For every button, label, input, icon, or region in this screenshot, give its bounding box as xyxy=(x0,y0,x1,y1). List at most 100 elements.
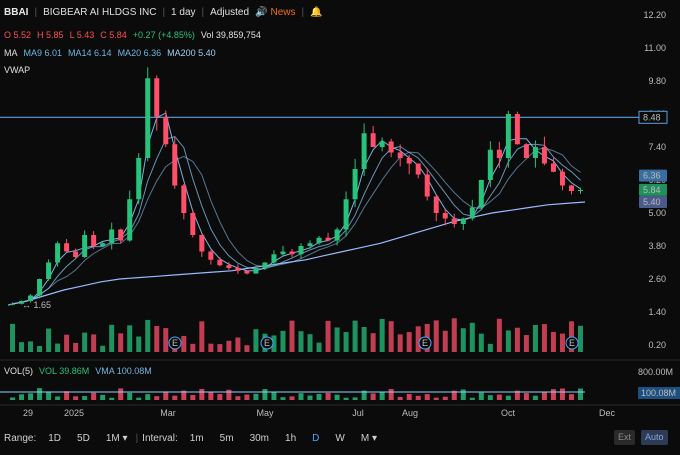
symbol[interactable]: BBAI xyxy=(4,7,28,18)
candle-body xyxy=(64,243,70,252)
vol-value: VOL 39.86M xyxy=(39,366,90,376)
volume-bar xyxy=(244,345,250,352)
divider: | xyxy=(162,6,166,18)
timeframe[interactable]: 1 day xyxy=(171,7,195,18)
vol-panel-bar xyxy=(433,397,439,400)
ma9-value: MA9 6.01 xyxy=(23,48,63,58)
volume-bar xyxy=(307,334,313,352)
vol-panel-bar xyxy=(487,395,493,400)
vol-panel-bar xyxy=(154,396,160,400)
vol-panel-bar xyxy=(199,388,205,400)
bell-icon[interactable]: 🔔 xyxy=(310,7,322,18)
vol-panel-bar xyxy=(379,392,385,400)
vol-panel-bar xyxy=(532,395,538,400)
interval-30m[interactable]: 30m xyxy=(242,433,277,444)
candle-body xyxy=(397,152,403,158)
volume-bar xyxy=(559,333,565,352)
vol-panel-bar xyxy=(523,393,529,400)
candle-body xyxy=(568,185,574,191)
interval-1h[interactable]: 1h xyxy=(277,433,304,444)
candle-body xyxy=(316,237,322,244)
candle-body xyxy=(226,265,232,268)
vol-panel-bar xyxy=(235,396,241,400)
interval-m-label: M xyxy=(360,432,370,444)
volume-bar xyxy=(478,333,484,352)
interval-d[interactable]: D xyxy=(304,433,327,444)
vol-panel-bar xyxy=(559,388,565,400)
range-1m-dropdown[interactable]: 1M ▾ xyxy=(98,433,136,444)
candle-body xyxy=(55,243,61,263)
candle-body xyxy=(181,185,187,213)
news-button[interactable]: 🔊 News xyxy=(255,7,295,18)
vol-label: VOL(5) xyxy=(4,366,34,376)
volume-bar xyxy=(163,328,169,352)
volume-bar xyxy=(136,336,142,352)
price-tick-label: 9.80 xyxy=(648,76,666,86)
candle-body xyxy=(460,218,466,224)
vma-badge: 100.08M xyxy=(641,388,676,398)
price-chart[interactable]: ↔ 1.65 EEEE 12.2011.009.808.607.406.205.… xyxy=(0,0,680,455)
candle-body xyxy=(253,268,259,274)
divider: | xyxy=(34,6,38,18)
speaker-icon: 🔊 xyxy=(255,6,268,18)
ma9-line xyxy=(12,112,581,305)
ma200-badge: 5.40 xyxy=(643,197,661,207)
vol-panel-bar xyxy=(37,388,43,400)
low-price-marker: ↔ 1.65 xyxy=(22,300,51,310)
price-tick-label: 5.00 xyxy=(648,208,666,218)
news-label: News xyxy=(270,6,296,18)
candle-body xyxy=(469,207,475,219)
chevron-down-icon: ▾ xyxy=(371,432,377,444)
vol-panel-bar xyxy=(82,395,88,400)
candle-body xyxy=(523,144,529,158)
volume-bar xyxy=(127,325,133,352)
candle-body xyxy=(442,213,448,219)
candle-body xyxy=(262,262,268,268)
vol-panel-bar xyxy=(460,389,466,400)
candle-body xyxy=(307,243,313,246)
volume-bar xyxy=(235,337,241,352)
vol-panel-bar xyxy=(541,391,547,400)
volume-bar xyxy=(577,325,583,352)
candle-body xyxy=(379,141,385,147)
ma14-value: MA14 6.14 xyxy=(68,48,112,58)
hline-badge: 8.48 xyxy=(643,112,661,122)
earnings-label: E xyxy=(172,338,178,348)
company-name: BIGBEAR AI HLDGS INC xyxy=(43,6,157,18)
adjusted-toggle[interactable]: Adjusted xyxy=(210,7,249,18)
interval-5m[interactable]: 5m xyxy=(212,433,242,444)
interval-m-dropdown[interactable]: M ▾ xyxy=(353,433,385,444)
volume-bar xyxy=(379,318,385,352)
auto-scale-button[interactable]: Auto xyxy=(641,430,668,445)
interval-1m[interactable]: 1m xyxy=(182,433,212,444)
volume-bar xyxy=(145,319,151,352)
vol-panel-bar xyxy=(28,393,34,400)
candle-body xyxy=(190,213,196,235)
quote-row: O 5.52 H 5.85 L 5.43 C 5.84 +0.27 (+4.85… xyxy=(4,28,261,42)
volume-bar xyxy=(82,332,88,352)
interval-w[interactable]: W xyxy=(327,433,352,444)
range-5d[interactable]: 5D xyxy=(69,433,98,444)
candle-body xyxy=(532,147,538,158)
time-tick-label: Oct xyxy=(501,408,516,418)
price-tick-label: 7.40 xyxy=(648,142,666,152)
vol-panel-bar xyxy=(496,394,502,400)
vol-panel-bar xyxy=(442,396,448,400)
candle-body xyxy=(280,251,286,255)
vol-panel-bar xyxy=(397,396,403,400)
vol-panel-bar xyxy=(19,394,25,400)
volume-bar xyxy=(118,333,124,352)
range-1d[interactable]: 1D xyxy=(40,433,69,444)
candle-body xyxy=(478,180,484,208)
vol-panel-bar xyxy=(568,394,574,400)
vol-panel-bar xyxy=(244,394,250,400)
high-value: H 5.85 xyxy=(37,30,64,40)
time-tick-label: May xyxy=(256,408,274,418)
candle-body xyxy=(487,149,493,180)
ext-hours-button[interactable]: Ext xyxy=(614,430,636,445)
interval-label: Interval: xyxy=(142,432,178,444)
candle-body xyxy=(91,235,97,246)
candle-body xyxy=(28,295,34,301)
earnings-label: E xyxy=(264,338,270,348)
vol-panel-bar xyxy=(55,396,61,400)
